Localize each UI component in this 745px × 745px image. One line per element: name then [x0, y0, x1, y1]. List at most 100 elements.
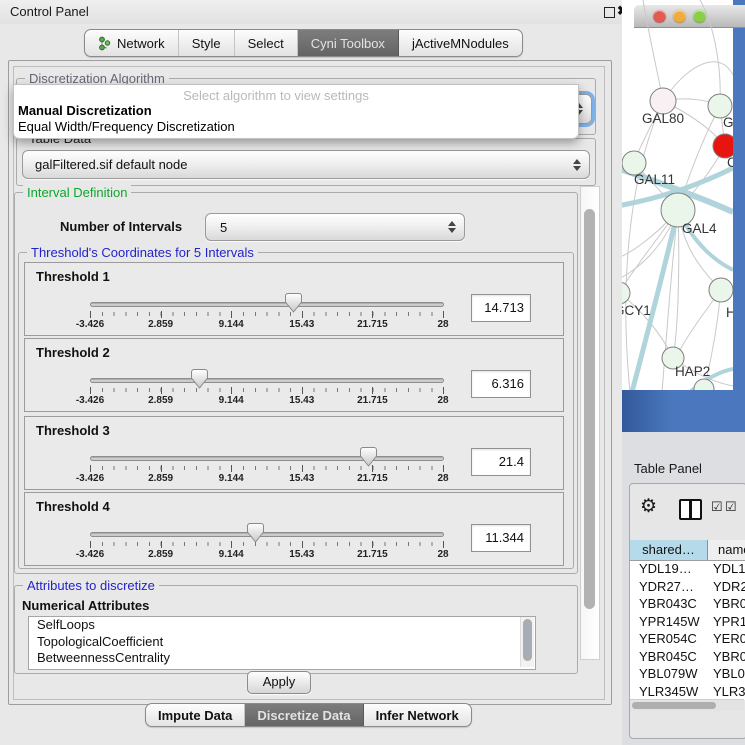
cell-name: YDR2	[707, 579, 745, 597]
network-node-h[interactable]	[709, 278, 733, 302]
table-row[interactable]: YPR145WYPR1	[630, 614, 745, 632]
number-of-intervals-label: Number of Intervals	[60, 219, 182, 234]
node-table[interactable]: shared… name YDL19…YDL1YDR27…YDR2YBR043C…	[630, 540, 745, 700]
threshold-slider-thumb[interactable]	[191, 369, 208, 389]
slider-major-tick	[302, 541, 303, 548]
algorithm-hint: Select algorithm to view settings	[14, 88, 538, 103]
threshold-value-field[interactable]: 11.344	[471, 524, 531, 552]
table-header[interactable]: shared… name	[630, 540, 745, 561]
network-view-window[interactable]: GAL80GACGAL11GAL4GCY1HHAP2	[622, 0, 745, 432]
number-of-intervals-combobox[interactable]: 5	[205, 213, 465, 241]
slider-major-tick	[231, 311, 232, 318]
tab-impute-data[interactable]: Impute Data	[146, 704, 245, 726]
network-node[interactable]	[694, 379, 714, 390]
algorithm-option[interactable]: Equal Width/Frequency Discretization	[17, 119, 575, 135]
combo-arrows-icon	[572, 159, 581, 171]
threshold-slider-thumb[interactable]	[285, 293, 302, 313]
slider-major-tick	[90, 465, 91, 472]
slider-tick-label: 15.43	[289, 395, 314, 406]
node-label: H	[726, 305, 733, 320]
table-row[interactable]: YLR345WYLR3	[630, 684, 745, 701]
tab-discretize-data[interactable]: Discretize Data	[245, 704, 363, 726]
tab-label: Network	[117, 36, 165, 51]
table-hscrollbar-thumb[interactable]	[632, 702, 716, 709]
network-icon	[98, 36, 111, 51]
slider-major-tick	[90, 541, 91, 548]
node-label: GA	[723, 115, 733, 130]
table-data-combobox[interactable]: galFiltered.sif default node	[22, 150, 590, 179]
app-root: Control Panel ✖ Network StyleSelectCyni T…	[0, 0, 745, 745]
threshold-label: Threshold 1	[36, 269, 110, 284]
control-panel-titlebar[interactable]: Control Panel ✖	[0, 0, 622, 24]
slider-tick-label: 28	[437, 395, 448, 406]
node-label: C	[727, 155, 733, 170]
table-row[interactable]: YBR043CYBR0	[630, 596, 745, 614]
attributes-group-title: Attributes to discretize	[23, 578, 159, 593]
tab-label: Impute Data	[158, 708, 232, 723]
cell-name: YBR0	[707, 649, 745, 667]
cell-name: YLR3	[707, 684, 745, 701]
threshold-value-field[interactable]: 14.713	[471, 294, 531, 322]
slider-tick-label: 15.43	[289, 549, 314, 560]
threshold-value-field[interactable]: 21.4	[471, 448, 531, 476]
panel-scrollbar[interactable]	[580, 186, 600, 660]
slider-tick-label: -3.426	[76, 549, 104, 560]
control-panel: Control Panel ✖ Network StyleSelectCyni T…	[0, 0, 622, 745]
threshold-value-field[interactable]: 6.316	[471, 370, 531, 398]
tab-label: jActiveMNodules	[412, 36, 509, 51]
slider-major-tick	[161, 541, 162, 548]
threshold-slider-track[interactable]	[90, 532, 444, 537]
threshold-slider-thumb[interactable]	[360, 447, 377, 467]
column-header-name[interactable]: name	[708, 540, 745, 560]
attributes-scrollbar[interactable]	[520, 617, 534, 667]
attributes-scrollbar-thumb[interactable]	[523, 619, 532, 661]
attribute-list-item[interactable]: BetweennessCentrality	[29, 650, 535, 667]
column-header-shared-name[interactable]: shared…	[630, 540, 708, 560]
slider-tick-label: 21.715	[357, 319, 388, 330]
table-row[interactable]: YDL19…YDL1	[630, 561, 745, 579]
checkbox-icon[interactable]: ☑	[711, 499, 723, 515]
threshold-slider-thumb[interactable]	[247, 523, 264, 543]
cell-name: YPR1	[707, 614, 745, 632]
threshold-box: Threshold 1-3.4262.8599.14415.4321.71528…	[24, 262, 564, 336]
table-row[interactable]: YBR045CYBR0	[630, 649, 745, 667]
slider-major-tick	[372, 541, 373, 548]
table-row[interactable]: YER054CYER0	[630, 631, 745, 649]
interval-definition-title: Interval Definition	[23, 185, 131, 200]
network-nodes[interactable]	[622, 88, 733, 390]
gear-icon[interactable]: ⚙	[640, 495, 657, 518]
slider-major-tick	[443, 387, 444, 394]
slider-tick-label: 15.43	[289, 473, 314, 484]
slider-major-tick	[372, 311, 373, 318]
algorithm-option[interactable]: Manual Discretization	[17, 103, 575, 119]
checkbox-icon[interactable]: ☑	[725, 499, 737, 515]
table-hscrollbar[interactable]	[630, 699, 744, 711]
threshold-slider-track[interactable]	[90, 302, 444, 307]
slider-tick-label: 21.715	[357, 473, 388, 484]
tab-jactivemnodules[interactable]: jActiveMNodules	[399, 30, 522, 56]
tab-infer-network[interactable]: Infer Network	[364, 704, 471, 726]
apply-button[interactable]: Apply	[247, 671, 311, 694]
float-window-icon[interactable]	[604, 7, 615, 18]
attribute-list-item[interactable]: SelfLoops	[29, 617, 535, 634]
tab-style[interactable]: Style	[179, 30, 235, 56]
numerical-attributes-list[interactable]: SelfLoopsTopologicalCoefficientBetweenne…	[28, 616, 536, 670]
network-canvas[interactable]: GAL80GACGAL11GAL4GCY1HHAP2	[622, 0, 733, 390]
tab-label: Infer Network	[376, 708, 459, 723]
attribute-list-item[interactable]: TopologicalCoefficient	[29, 634, 535, 651]
threshold-slider-track[interactable]	[90, 456, 444, 461]
slider-major-tick	[161, 311, 162, 318]
tab-cyni-toolbox[interactable]: Cyni Toolbox	[298, 30, 399, 56]
threshold-slider-track[interactable]	[90, 378, 444, 383]
slider-major-tick	[443, 465, 444, 472]
tab-network[interactable]: Network	[85, 30, 179, 56]
panel-scrollbar-thumb[interactable]	[584, 209, 595, 609]
table-row[interactable]: YDR27…YDR2	[630, 579, 745, 597]
table-row[interactable]: YBL079WYBL0	[630, 666, 745, 684]
tab-select[interactable]: Select	[235, 30, 298, 56]
columns-icon[interactable]	[679, 499, 702, 520]
slider-tick-label: -3.426	[76, 319, 104, 330]
slider-major-tick	[302, 465, 303, 472]
slider-major-tick	[302, 387, 303, 394]
slider-major-tick	[231, 465, 232, 472]
